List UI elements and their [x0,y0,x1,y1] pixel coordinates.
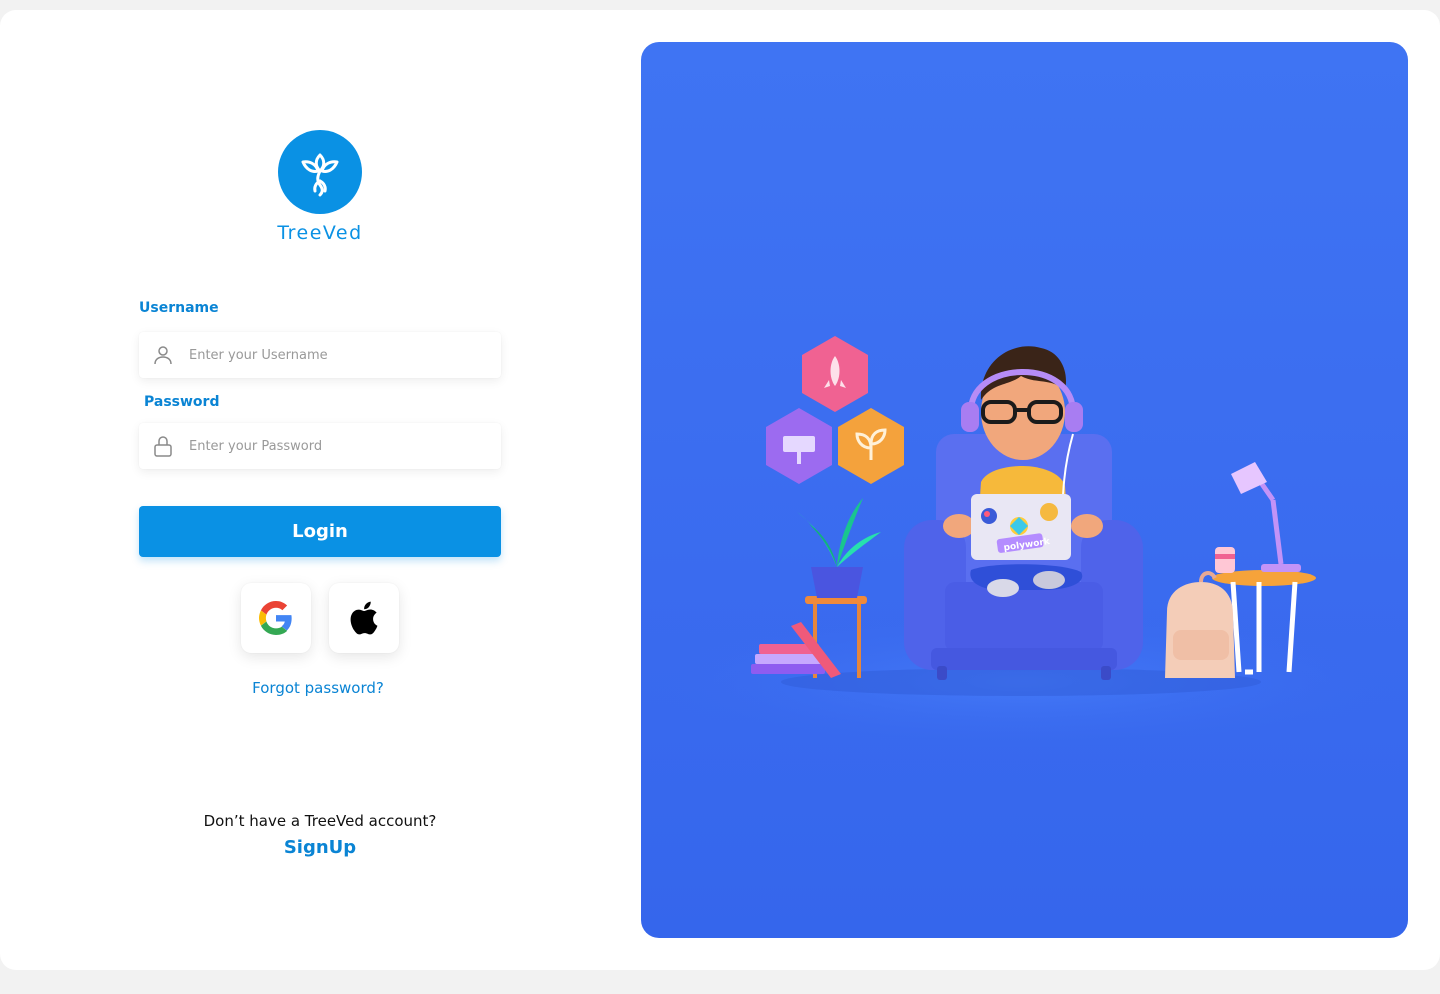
brand-logo [278,130,362,214]
login-card: TreeVed Username Password Login [0,10,1440,970]
backpack [1165,571,1235,678]
laptop: polywork [971,494,1071,560]
rocket-hexagon [802,336,868,412]
username-input[interactable] [189,332,489,378]
username-field[interactable] [139,332,501,378]
no-account-text: Don’t have a TreeVed account? [203,812,437,830]
hero-illustration: polywork [641,336,1401,752]
password-field[interactable] [139,423,501,469]
sprout-icon [301,153,339,197]
apple-login-button[interactable] [329,583,399,653]
password-input[interactable] [189,423,489,469]
forgot-password-link[interactable]: Forgot password? [200,679,436,697]
google-icon [259,601,292,635]
sprout-hexagon [838,408,904,484]
user-icon [154,346,172,365]
password-label: Password [144,394,220,410]
google-login-button[interactable] [241,583,311,653]
lock-icon [154,436,172,457]
signup-link[interactable]: SignUp [270,837,370,858]
hero-illustration-panel: polywork [641,42,1408,938]
username-label: Username [139,300,219,316]
apple-icon [350,601,378,635]
login-button[interactable]: Login [139,506,501,557]
brand-name: TreeVed [277,222,363,244]
desk-lamp [1231,462,1301,572]
board-hexagon [766,408,832,484]
